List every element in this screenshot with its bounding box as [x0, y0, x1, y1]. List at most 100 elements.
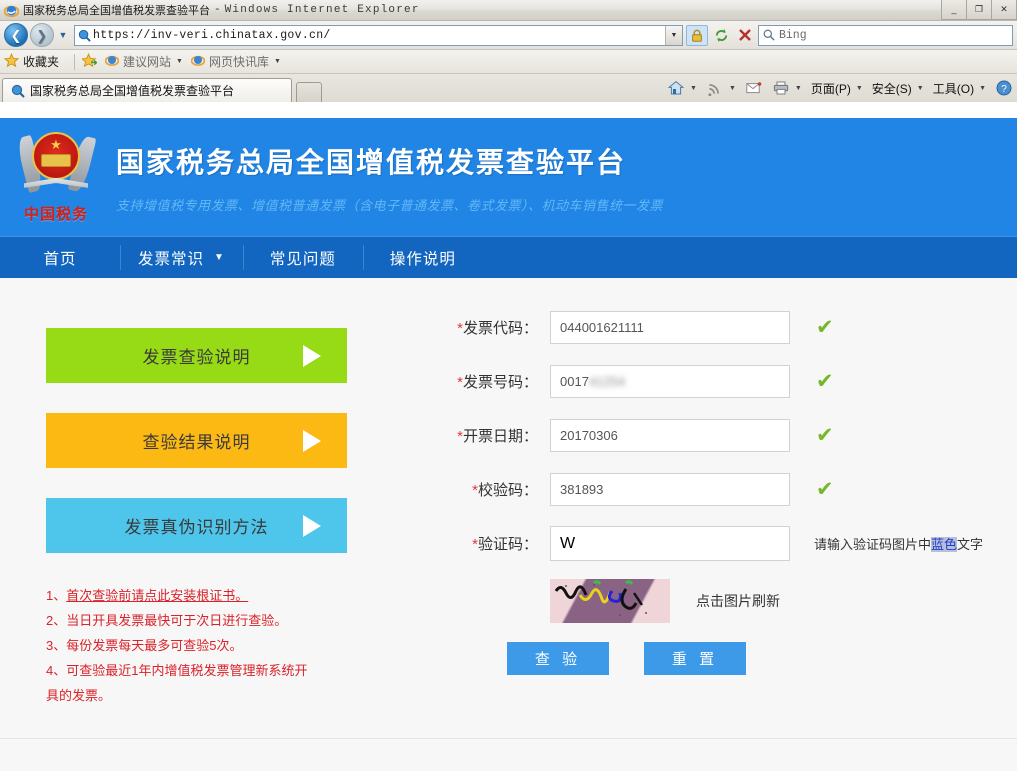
input-value: 0017 — [560, 366, 589, 397]
nav-item-label: 操作说明 — [390, 247, 456, 269]
side-button-label: 查验结果说明 — [46, 428, 347, 453]
nav-item-label: 发票常识 — [138, 247, 204, 269]
star-icon — [4, 53, 19, 71]
invoice-verify-guide-button[interactable]: 发票查验说明 — [46, 328, 347, 383]
feeds-button[interactable]: ▼ — [706, 79, 736, 97]
check-code-label: *校验码： — [432, 479, 550, 500]
notice-text: 当日开具发票最快可于次日进行查验。 — [66, 613, 287, 628]
search-box[interactable]: Bing — [758, 25, 1013, 46]
page-title: 国家税务总局全国增值税发票查验平台 — [116, 141, 663, 181]
invoice-date-label: *开票日期： — [432, 425, 550, 446]
chevron-down-icon[interactable]: ▼ — [856, 85, 863, 92]
nav-item-invoice-basics[interactable]: 发票常识 ▼ — [120, 237, 243, 278]
maximize-button[interactable]: ❐ — [966, 0, 992, 20]
page-body: 发票查验说明 查验结果说明 发票真伪识别方法 1、首次查验前请点此安装根证书。 — [0, 278, 1017, 771]
label-text: 校验码： — [478, 482, 538, 499]
list-item: 1、首次查验前请点此安装根证书。 — [46, 583, 347, 608]
chevron-down-icon[interactable]: ▼ — [979, 85, 986, 92]
print-icon — [772, 79, 790, 97]
mail-button[interactable] — [745, 79, 763, 97]
nav-item-home[interactable]: 首页 — [0, 237, 120, 278]
chevron-down-icon[interactable]: ▼ — [274, 58, 281, 65]
refresh-button[interactable] — [710, 25, 732, 46]
side-button-label: 发票真伪识别方法 — [46, 513, 347, 538]
history-dropdown-button[interactable]: ▼ — [56, 30, 70, 40]
list-item: 4、可查验最近1年内增值税发票管理新系统开 — [46, 658, 347, 683]
magnifier-icon — [759, 29, 779, 41]
invoice-number-input[interactable]: 001741254 — [550, 365, 790, 398]
ssl-lock-button[interactable] — [686, 25, 708, 46]
green-check-icon: ✔ — [816, 317, 842, 338]
green-check-icon: ✔ — [816, 425, 842, 446]
refresh-icon — [714, 28, 729, 43]
invoice-date-input[interactable]: 20170306 — [550, 419, 790, 452]
notice-text: 每份发票每天最多可查验5次。 — [66, 638, 242, 653]
tools-menu-button[interactable]: 工具(O) ▼ — [933, 80, 986, 97]
add-favorite-icon — [82, 53, 97, 71]
list-item: 3、每份发票每天最多可查验5次。 — [46, 633, 347, 658]
chevron-down-icon[interactable]: ▼ — [917, 85, 924, 92]
window-title-bar: 国家税务总局全国增值税发票查验平台 - Windows Internet Exp… — [0, 0, 1017, 21]
green-check-icon: ✔ — [816, 371, 842, 392]
reset-button[interactable]: 重 置 — [644, 642, 746, 675]
nav-item-label: 常见问题 — [270, 247, 336, 269]
invoice-code-input[interactable]: 044001621111 — [550, 311, 790, 344]
home-button[interactable]: ▼ — [667, 79, 697, 97]
verify-result-guide-button[interactable]: 查验结果说明 — [46, 413, 347, 468]
minimize-button[interactable]: _ — [941, 0, 967, 20]
forward-button[interactable]: ❯ — [30, 23, 54, 47]
page-menu-button[interactable]: 页面(P) ▼ — [811, 80, 863, 97]
list-item: 具的发票。 — [46, 683, 347, 708]
print-button[interactable]: ▼ — [772, 79, 802, 97]
address-bar[interactable]: https://inv-veri.chinatax.gov.cn/ ▼ — [74, 25, 683, 46]
new-tab-button[interactable] — [296, 82, 322, 102]
green-check-icon: ✔ — [816, 479, 842, 500]
security-menu-button[interactable]: 安全(S) ▼ — [872, 80, 924, 97]
address-dropdown-button[interactable]: ▼ — [665, 26, 682, 45]
help-button[interactable]: ? — [995, 79, 1013, 97]
notice-number: 1、 — [46, 588, 66, 603]
add-favorites-button[interactable] — [82, 53, 97, 71]
back-arrow-icon: ❮ — [11, 29, 22, 42]
check-code-input[interactable]: 381893 — [550, 473, 790, 506]
stop-button[interactable] — [734, 25, 756, 46]
favorites-item-web-slice-gallery[interactable]: 网页快讯库 ▼ — [191, 53, 281, 70]
side-button-label: 发票查验说明 — [46, 343, 347, 368]
close-button[interactable]: ✕ — [991, 0, 1017, 20]
nav-item-faq[interactable]: 常见问题 — [243, 237, 363, 278]
window-title-text: 国家税务总局全国增值税发票查验平台 — [23, 2, 210, 18]
captcha-refresh-label[interactable]: 点击图片刷新 — [696, 591, 780, 611]
install-root-certificate-link[interactable]: 首次查验前请点此安装根证书。 — [66, 588, 248, 603]
input-value: 381893 — [560, 474, 603, 505]
notice-text: 可查验最近1年内增值税发票管理新系统开 — [66, 663, 307, 678]
favorites-item-suggested-sites[interactable]: 建议网站 ▼ — [105, 53, 183, 70]
captcha-hint-prefix: 请输入验证码图片中 — [814, 537, 931, 552]
form-row-check-code: *校验码： 381893 ✔ — [432, 462, 1017, 516]
back-button[interactable]: ❮ — [4, 23, 28, 47]
invoice-number-label: *发票号码： — [432, 371, 550, 392]
command-bar: ▼ ▼ ▼ 页面(P) ▼ — [658, 76, 1013, 100]
verify-button[interactable]: 查 验 — [507, 642, 609, 675]
nav-item-instructions[interactable]: 操作说明 — [363, 237, 483, 278]
chevron-down-icon[interactable]: ▼ — [729, 85, 736, 92]
chevron-down-icon[interactable]: ▼ — [795, 85, 802, 92]
invoice-authenticity-guide-button[interactable]: 发票真伪识别方法 — [46, 498, 347, 553]
notice-number: 2、 — [46, 613, 66, 628]
captcha-image[interactable] — [550, 579, 670, 623]
ssl-lock-icon — [691, 29, 703, 42]
play-triangle-icon — [303, 430, 321, 452]
stop-icon — [738, 28, 752, 42]
favorites-button[interactable]: 收藏夹 — [4, 53, 59, 71]
main-navigation: 首页 发票常识 ▼ 常见问题 操作说明 — [0, 236, 1017, 278]
minimize-icon: _ — [951, 5, 956, 14]
browser-tab[interactable]: 国家税务总局全国增值税发票查验平台 — [2, 78, 292, 102]
captcha-label: *验证码： — [432, 533, 550, 554]
chevron-down-icon[interactable]: ▼ — [690, 85, 697, 92]
form-row-invoice-number: *发票号码： 001741254 ✔ — [432, 354, 1017, 408]
browser-window: 国家税务总局全国增值税发票查验平台 - Windows Internet Exp… — [0, 0, 1017, 771]
chevron-down-icon[interactable]: ▼ — [176, 58, 183, 65]
label-text: 验证码： — [478, 536, 538, 553]
captcha-image-row: 点击图片刷新 — [432, 570, 1017, 632]
captcha-input[interactable]: W — [550, 526, 790, 561]
chevron-down-icon[interactable]: ▼ — [214, 252, 225, 263]
